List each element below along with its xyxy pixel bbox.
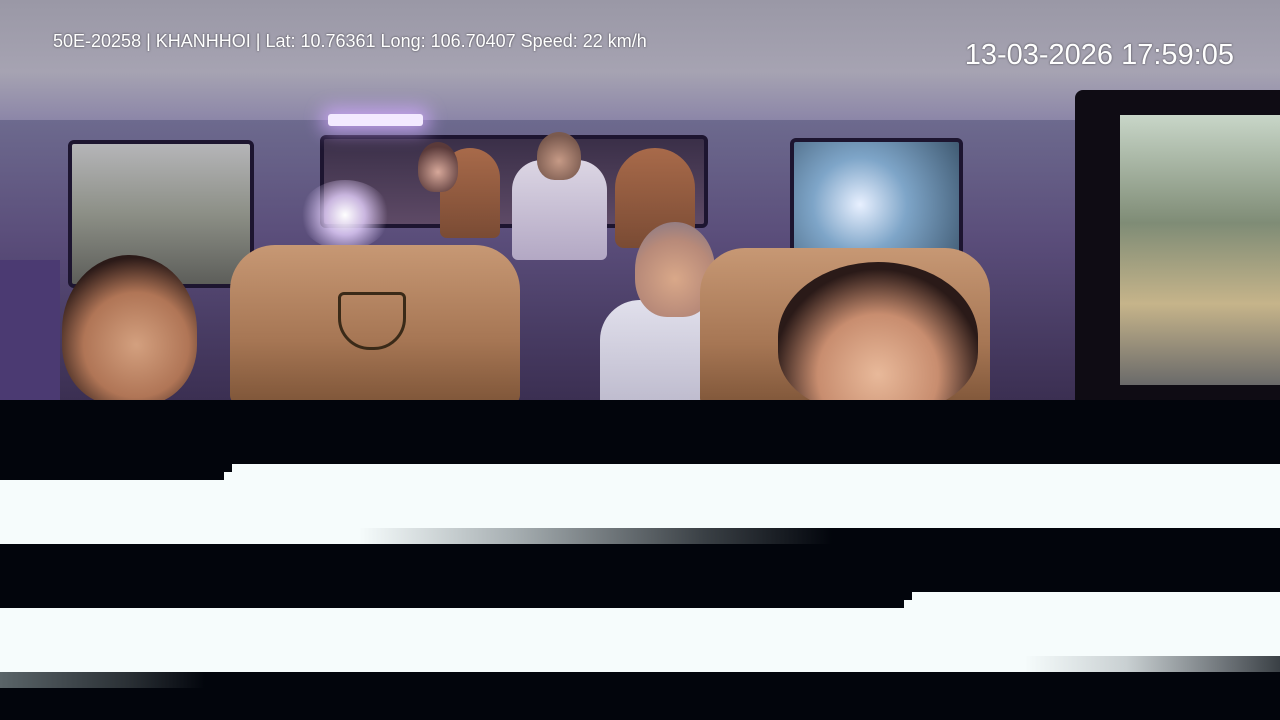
corrupt-band bbox=[0, 400, 1280, 464]
left-pillar bbox=[0, 260, 60, 400]
door-window bbox=[1120, 115, 1280, 385]
rear-passenger-woman bbox=[418, 142, 458, 192]
front-passenger-right-head bbox=[778, 262, 978, 400]
corrupt-gradient-band bbox=[0, 528, 1280, 544]
vehicle-info-overlay: 50E-20258 | KHANHHOI | Lat: 10.76361 Lon… bbox=[53, 31, 647, 51]
corrupt-gradient-band bbox=[0, 672, 1280, 688]
seat-emblem-icon bbox=[338, 292, 406, 350]
corrupted-frame-region bbox=[0, 400, 1280, 720]
corrupt-block bbox=[0, 592, 912, 608]
timestamp-overlay: 13-03-2026 17:59:05 bbox=[964, 39, 1234, 71]
ceiling-light bbox=[328, 114, 423, 126]
corrupt-block bbox=[904, 600, 912, 608]
light-glare bbox=[300, 180, 390, 250]
corrupt-block bbox=[912, 592, 1280, 608]
dashcam-frame: 50E-20258 | KHANHHOI | Lat: 10.76361 Lon… bbox=[0, 0, 1280, 720]
corrupt-block bbox=[224, 472, 232, 480]
rear-passenger-man-head bbox=[537, 132, 581, 180]
corrupt-gradient-band bbox=[0, 656, 1280, 672]
front-passenger-left-head bbox=[62, 255, 197, 400]
corrupt-band bbox=[0, 688, 1280, 720]
corrupt-block bbox=[0, 464, 232, 480]
